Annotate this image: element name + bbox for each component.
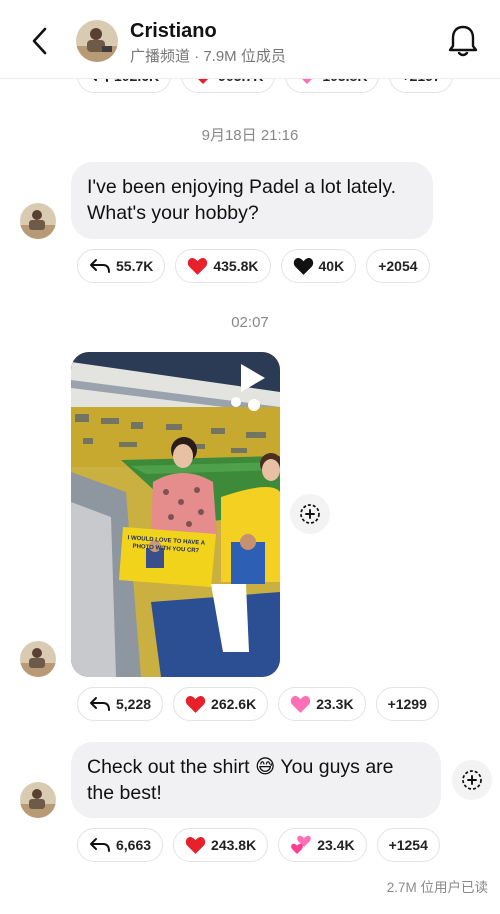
more-reactions-count: +1254 <box>388 837 428 853</box>
channel-title[interactable]: Cristiano <box>130 20 217 43</box>
reactions-row: 55.7K 435.8K 40K +2054 <box>77 249 430 283</box>
grinning-sweat-emoji: 😅 <box>255 755 276 778</box>
bell-icon <box>448 25 478 57</box>
share-icon <box>300 504 320 524</box>
share-icon <box>462 770 482 790</box>
back-button[interactable] <box>26 24 56 58</box>
back-chevron-icon <box>32 27 47 55</box>
more-reactions-chip[interactable]: +1254 <box>376 828 440 862</box>
share-button[interactable] <box>290 494 330 534</box>
more-reactions-count: +2054 <box>378 258 418 274</box>
red-heart-icon <box>185 695 206 713</box>
two-hearts-chip[interactable]: 23.4K <box>278 828 367 862</box>
reply-count: 5,228 <box>116 696 152 712</box>
reactions-row: 6,663 243.8K 23.4K +1254 <box>77 828 440 862</box>
red-heart-count: 243.8K <box>211 837 257 853</box>
reply-arrow-icon <box>90 259 110 273</box>
reply-count: 55.7K <box>116 258 154 274</box>
channel-member-count: 广播频道 · 7.9M 位成员 <box>130 48 286 65</box>
reply-chip[interactable]: 55.7K <box>77 249 166 283</box>
red-heart-count: 435.8K <box>213 258 259 274</box>
two-hearts-icon <box>291 835 312 854</box>
red-heart-icon <box>188 257 208 275</box>
red-heart-count: 262.6K <box>211 696 257 712</box>
message-bubble[interactable]: Check out the shirt 😅 You guys are the b… <box>71 742 441 818</box>
video-thumbnail <box>71 352 280 677</box>
date-separator: 9月18日 21:16 <box>201 127 299 144</box>
red-heart-chip[interactable]: 435.8K <box>175 249 271 283</box>
message-text: Check out the shirt <box>87 756 255 778</box>
read-receipt: 2.7M 位用户已读 <box>386 880 488 895</box>
more-reactions-count: +1299 <box>387 696 427 712</box>
notifications-button[interactable] <box>446 22 480 60</box>
pink-heart-icon <box>291 695 311 713</box>
channel-avatar[interactable] <box>76 20 118 62</box>
sender-avatar[interactable] <box>20 203 56 239</box>
pink-heart-count: 23.3K <box>316 696 354 712</box>
reactions-row: 5,228 262.6K 23.3K +1299 <box>77 687 439 721</box>
channel-header: Cristiano 广播频道 · 7.9M 位成员 <box>0 0 500 79</box>
pink-heart-chip[interactable]: 23.3K <box>278 687 366 721</box>
reply-arrow-icon <box>90 838 110 852</box>
more-reactions-chip[interactable]: +1299 <box>375 687 439 721</box>
black-heart-count: 40K <box>318 258 345 274</box>
reply-count: 6,663 <box>116 837 152 853</box>
reply-chip[interactable]: 6,663 <box>77 828 164 862</box>
red-heart-chip[interactable]: 262.6K <box>173 687 269 721</box>
sender-avatar[interactable] <box>20 641 56 677</box>
black-heart-chip[interactable]: 40K <box>280 249 357 283</box>
reply-arrow-icon <box>90 697 110 711</box>
video-message[interactable]: I WOULD LOVE TO HAVE A PHOTO WITH YOU CR… <box>71 352 280 677</box>
red-heart-chip[interactable]: 243.8K <box>173 828 269 862</box>
date-separator: 02:07 <box>231 314 269 331</box>
sender-avatar[interactable] <box>20 782 56 818</box>
black-heart-icon <box>293 257 313 275</box>
more-reactions-chip[interactable]: +2054 <box>366 249 430 283</box>
red-heart-icon <box>185 836 206 854</box>
reply-chip[interactable]: 5,228 <box>77 687 164 721</box>
two-hearts-count: 23.4K <box>317 837 355 853</box>
share-button[interactable] <box>452 760 492 800</box>
message-bubble[interactable]: I've been enjoying Padel a lot lately. W… <box>71 162 433 239</box>
